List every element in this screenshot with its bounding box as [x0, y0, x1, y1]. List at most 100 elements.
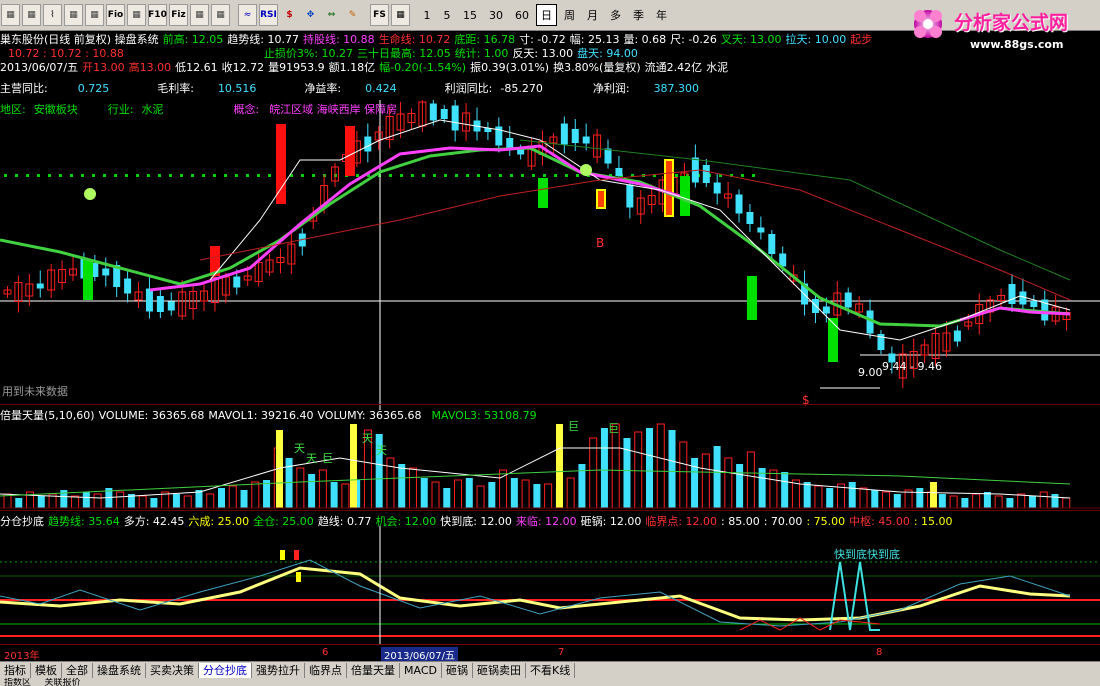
volume-mark: 天 — [362, 432, 373, 445]
formula-tab-6[interactable]: 强势拉升 — [252, 662, 305, 679]
candle-down — [735, 194, 743, 214]
volume-bar — [893, 494, 901, 508]
period-2[interactable]: 15 — [458, 4, 482, 26]
volume-bar — [93, 493, 102, 509]
table-icon[interactable]: ▦ — [211, 4, 230, 26]
status-quote[interactable]: 关联报价 — [45, 678, 81, 686]
resistance-dot — [48, 174, 51, 177]
formula-tab-4[interactable]: 买卖决策 — [146, 662, 199, 679]
table-icon[interactable]: ▦ — [127, 4, 146, 26]
volume-bar — [983, 492, 991, 508]
volume-bar — [263, 480, 271, 508]
period-5[interactable]: 日 — [536, 4, 557, 26]
candle-down — [582, 136, 590, 144]
wave-icon[interactable]: ≈ — [238, 4, 257, 26]
f10-icon[interactable]: F10 — [148, 4, 167, 26]
resistance-dot — [741, 174, 744, 177]
s-icon[interactable]: $ — [280, 4, 299, 26]
volume-bar — [679, 441, 688, 509]
line-chart-icon[interactable]: ⌇ — [43, 4, 62, 26]
status-index[interactable]: 指数区 — [4, 678, 31, 686]
line4-item-0: 主营同比: — [0, 82, 48, 95]
period-3[interactable]: 30 — [484, 4, 508, 26]
pen-icon[interactable]: ✎ — [343, 4, 362, 26]
date-label-june: 6 — [322, 647, 329, 658]
signal-candle — [680, 176, 690, 216]
fiz-icon[interactable]: Fiz — [169, 4, 188, 26]
volume-bar — [150, 498, 158, 508]
toolbar-icons: ▦ ▦ ⌇ ▦ ▦ Fio ▦ F10 Fiz ▦ ▦ ≈ RSI $ ✥ ⇔ ✎ FS ▦ — [0, 4, 411, 26]
line1-item-10: 叉天: 13.00 — [720, 33, 782, 46]
rsi-icon[interactable]: RSI — [259, 4, 278, 26]
signal-block — [280, 550, 285, 560]
line3-item-10: 流通2.42亿 — [644, 61, 703, 74]
volume-bar — [803, 482, 811, 508]
highlight-candle — [664, 159, 674, 217]
volume-bar — [138, 495, 147, 509]
formula-tab-8[interactable]: 倍量天量 — [347, 662, 400, 679]
volume-bar — [82, 492, 90, 508]
formula-tab-11[interactable]: 砸锅卖田 — [473, 662, 526, 679]
period-6[interactable]: 周 — [559, 4, 580, 26]
volume-bar — [634, 431, 643, 509]
period-9[interactable]: 季 — [628, 4, 649, 26]
volume-bar — [1051, 494, 1059, 508]
volume-chart[interactable]: 天天 巨天天巨巨 — [0, 418, 1100, 510]
table-icon[interactable]: ▦ — [64, 4, 83, 26]
grid-icon[interactable]: ▦ — [22, 4, 41, 26]
candle-down — [451, 105, 459, 131]
resistance-dot — [147, 174, 150, 177]
formula-tab-5[interactable]: 分仓抄底 — [199, 662, 252, 679]
ma-red-line — [199, 169, 1071, 301]
period-7[interactable]: 月 — [582, 4, 603, 26]
period-10[interactable]: 年 — [651, 4, 672, 26]
period-0[interactable]: 1 — [418, 4, 436, 26]
volume-bar — [15, 498, 23, 508]
fio-icon[interactable]: Fio — [106, 4, 125, 26]
resistance-dot — [576, 174, 579, 177]
line4-item-2: 毛利率: — [157, 82, 194, 95]
formula-tab-3[interactable]: 操盘系统 — [93, 662, 146, 679]
grid-icon[interactable]: ▦ — [1, 4, 20, 26]
candle-down — [768, 234, 776, 254]
line1-item-11: 拉天: 10.00 — [785, 33, 847, 46]
resistance-dot — [15, 174, 18, 177]
volume-bar — [938, 494, 946, 508]
period-1[interactable]: 5 — [438, 4, 456, 26]
zoom-icon[interactable]: ⇔ — [322, 4, 341, 26]
resistance-dot — [466, 174, 469, 177]
period-4[interactable]: 60 — [510, 4, 534, 26]
fs-icon[interactable]: FS — [370, 4, 389, 26]
apple-icon — [580, 164, 592, 176]
line3-item-9: 换3.80%(量复权) — [553, 61, 641, 74]
volume-bar — [736, 464, 744, 508]
volume-bar — [183, 495, 192, 509]
formula-tab-7[interactable]: 临界点 — [305, 662, 347, 679]
formula-tab-2[interactable]: 全部 — [62, 662, 93, 679]
candle-down — [615, 168, 623, 176]
chart-icon[interactable]: ▦ — [391, 4, 410, 26]
table-icon[interactable]: ▦ — [190, 4, 209, 26]
volume-bar — [521, 479, 530, 509]
formula-tab-12[interactable]: 不看K线 — [526, 662, 576, 679]
line4-item-8: 净利润: — [592, 82, 630, 95]
period-8[interactable]: 多 — [605, 4, 626, 26]
table-icon[interactable]: ▦ — [85, 4, 104, 26]
line3-item-11: 水泥 — [706, 61, 729, 74]
volume-bar — [623, 438, 631, 508]
formula-tab-10[interactable]: 砸锅 — [442, 662, 473, 679]
date-label-year: 2013年 — [4, 651, 40, 662]
formula-tab-0[interactable]: 指标 — [0, 662, 31, 679]
formula-tab-1[interactable]: 模板 — [31, 662, 62, 679]
volume-bar — [251, 481, 260, 509]
candlestick-chart[interactable]: B$9.00 9.44 - 9.46 — [0, 100, 1100, 410]
bottom-annotation: 快到底快到底 — [834, 547, 900, 561]
move-icon[interactable]: ✥ — [301, 4, 320, 26]
resistance-dot — [444, 174, 447, 177]
resistance-dot — [510, 174, 513, 177]
indicator-chart[interactable]: 快到底快到底 — [0, 526, 1100, 644]
line3-item-3: 低12.61 — [175, 61, 218, 74]
line3-item-5: 量91953.9 — [268, 61, 325, 74]
candle-down — [102, 268, 110, 276]
formula-tab-9[interactable]: MACD — [400, 662, 442, 679]
